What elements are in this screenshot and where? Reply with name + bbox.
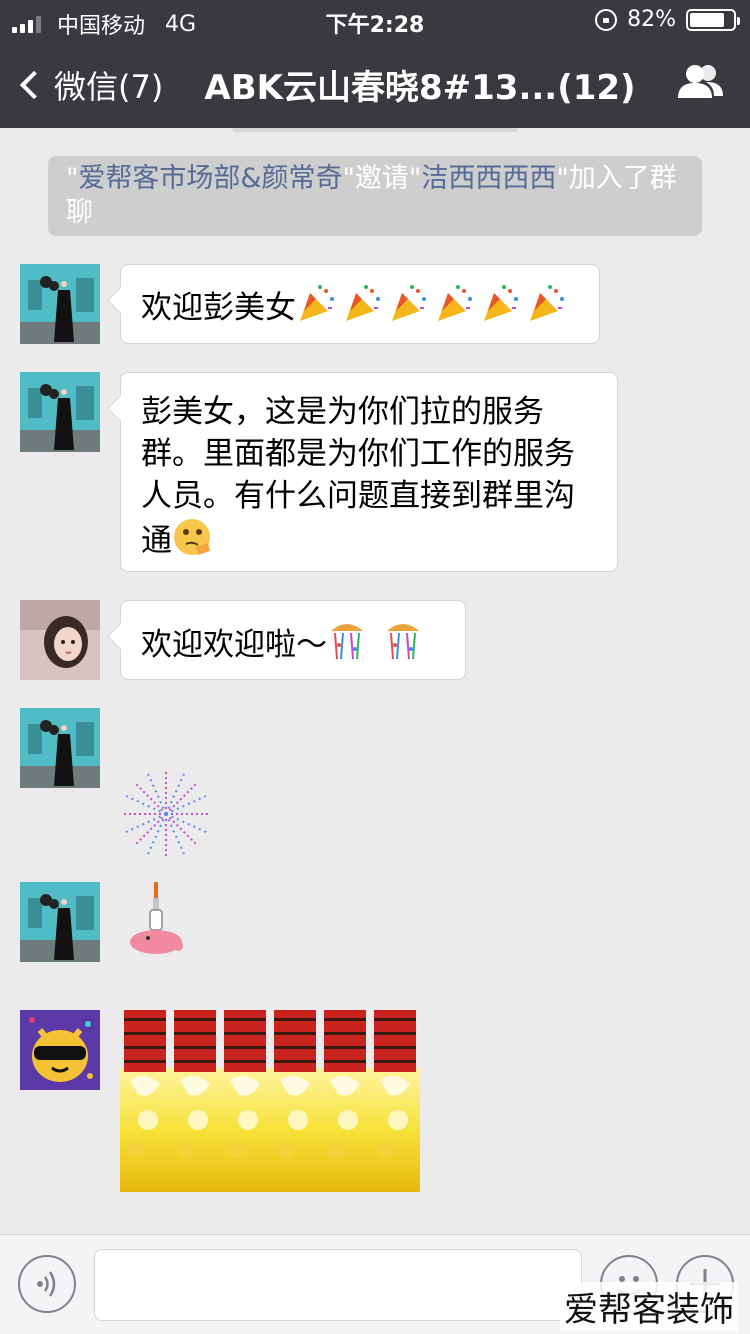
avatar-photo <box>20 600 100 680</box>
firecracker-sticker[interactable] <box>126 882 190 958</box>
message-input[interactable] <box>94 1249 582 1321</box>
watermark: 爱帮客装饰 <box>560 1282 738 1331</box>
inviter-link[interactable]: 爱帮客市场部&颜常奇 <box>78 163 342 194</box>
chat-area[interactable]: "爱帮客市场部&颜常奇"邀请"洁西西西西"加入了群聊 欢迎彭美女 彭美女，这是为… <box>0 128 750 1234</box>
status-bar: 中国移动 4G 下午2:28 82% <box>0 0 750 40</box>
party-popper-emojis <box>296 283 572 336</box>
voice-icon <box>37 1271 56 1297</box>
message-bubble[interactable]: 欢迎彭美女 <box>120 264 600 344</box>
firecracker-icon <box>130 882 183 954</box>
message-text: 欢迎彭美女 <box>141 290 296 326</box>
message-text: 欢迎欢迎啦～ <box>141 627 327 663</box>
rotation-lock-icon <box>595 8 618 31</box>
back-chevron-icon <box>19 70 49 100</box>
fireworks-icon <box>124 772 208 856</box>
confetti-ball-icon <box>331 623 420 660</box>
voice-button[interactable] <box>18 1255 76 1313</box>
battery-fill <box>690 12 725 27</box>
group-members-button[interactable] <box>676 62 726 102</box>
fireworks-sticker[interactable] <box>120 768 212 860</box>
back-label: 微信(7) <box>54 68 164 106</box>
status-right: 82% <box>595 7 740 32</box>
back-button[interactable]: 微信(7) <box>16 62 163 108</box>
avatar[interactable] <box>20 708 100 788</box>
system-text: "邀请" <box>342 163 422 194</box>
avatar[interactable] <box>20 372 100 452</box>
nav-bar: 微信(7) ABK云山春晓8#13...(12) <box>0 40 750 128</box>
group-members-icon <box>678 65 723 98</box>
message-bubble[interactable]: 欢迎欢迎啦～ <box>120 600 466 680</box>
scroll-indicator <box>232 128 518 132</box>
avatar[interactable] <box>20 1010 100 1090</box>
avatar-photo <box>20 882 100 962</box>
avatar[interactable] <box>20 264 100 344</box>
firecrackers-animation[interactable] <box>120 1010 420 1192</box>
header: 中国移动 4G 下午2:28 82% 微信(7) ABK云山春晓8#13...(… <box>0 0 750 128</box>
invitee-link[interactable]: 洁西西西西 <box>421 163 556 194</box>
system-message: "爱帮客市场部&颜常奇"邀请"洁西西西西"加入了群聊 <box>48 156 702 236</box>
confetti-ball-emojis <box>327 619 431 674</box>
avatar-photo <box>20 708 100 788</box>
avatar-photo <box>20 264 100 344</box>
firecrackers-icon <box>120 1010 420 1192</box>
avatar[interactable] <box>20 600 100 680</box>
chat-title: ABK云山春晓8#13...(12) <box>204 68 636 108</box>
message-bubble[interactable]: 彭美女，这是为你们拉的服务群。里面都是为你们工作的服务人员。有什么问题直接到群里… <box>120 372 618 572</box>
system-quote: " <box>66 163 79 194</box>
thinking-face-icon <box>174 519 210 555</box>
avatar-photo <box>20 372 100 452</box>
avatar-cartoon <box>20 1010 100 1090</box>
thinking-face-emoji <box>172 517 214 568</box>
avatar[interactable] <box>20 882 100 962</box>
battery-percent: 82% <box>627 7 676 32</box>
battery-icon <box>686 8 740 31</box>
party-popper-icon <box>300 285 564 321</box>
